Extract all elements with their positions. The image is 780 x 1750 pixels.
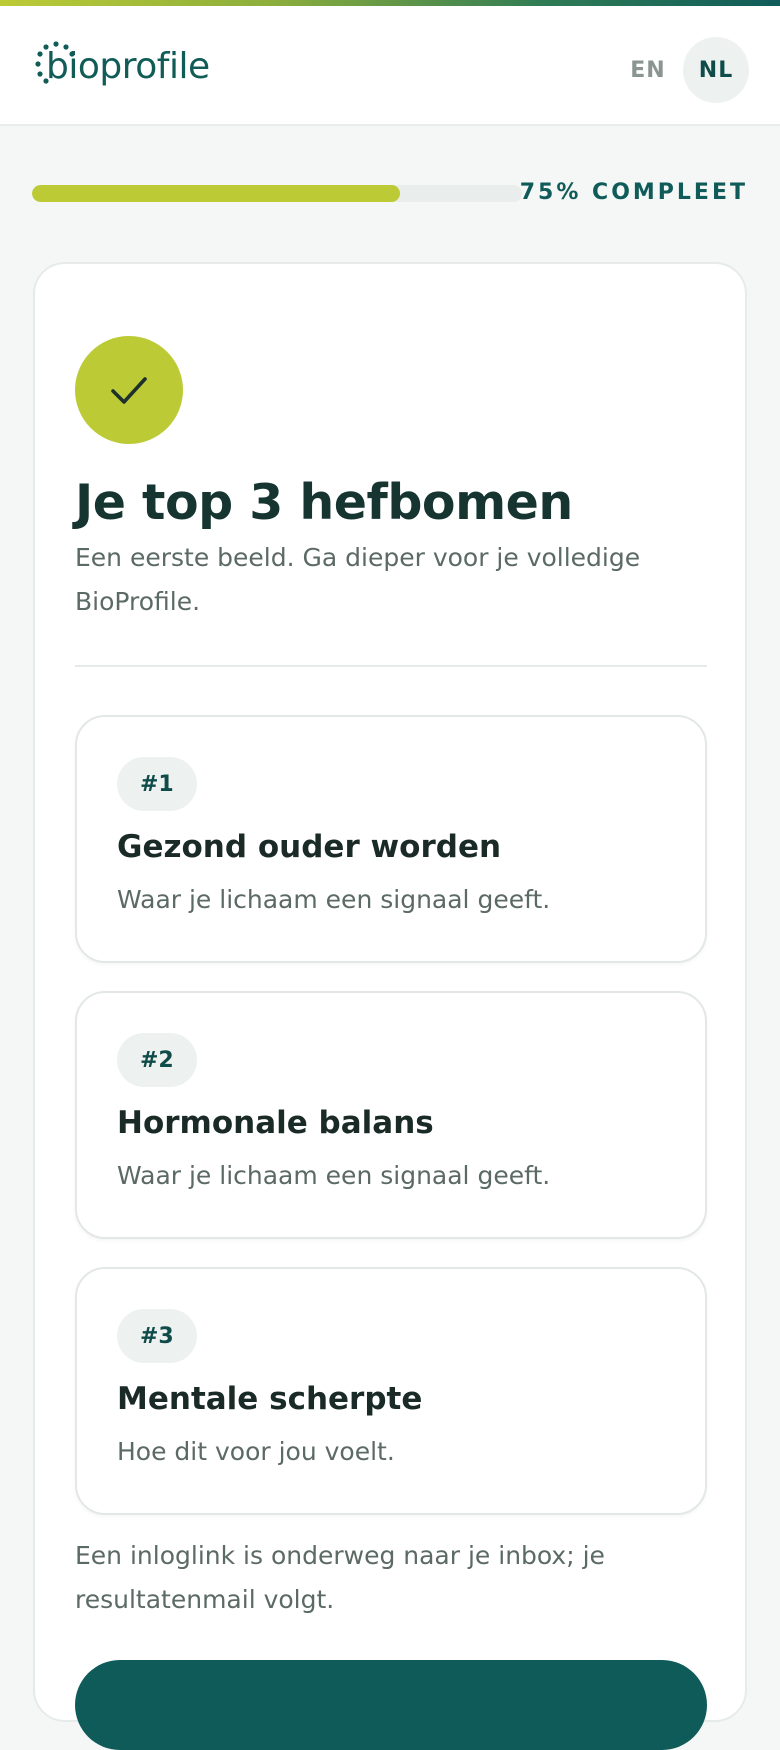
success-badge: [75, 336, 183, 444]
results-card: Je top 3 hefbomen Een eerste beeld. Ga d…: [33, 262, 747, 1750]
divider: [75, 665, 707, 667]
progress-bar: [32, 185, 522, 202]
lever-description: Waar je lichaam een signaal geeft.: [117, 885, 551, 914]
lever-card-2: #2 Hormonale balans Waar je lichaam een …: [75, 991, 707, 1239]
bioprofile-logo[interactable]: bioprofile: [32, 36, 210, 96]
rank-badge: #3: [117, 1309, 197, 1363]
progress-bar-fill: [32, 185, 400, 202]
language-en-button[interactable]: EN: [620, 42, 676, 98]
page-title: Je top 3 hefbomen: [75, 474, 573, 531]
lever-title: Hormonale balans: [117, 1105, 434, 1141]
rank-badge: #1: [117, 757, 197, 811]
language-nl-button[interactable]: NL: [683, 37, 749, 103]
lever-card-1: #1 Gezond ouder worden Waar je lichaam e…: [75, 715, 707, 963]
logo-text: bioprofile: [46, 45, 210, 87]
check-icon: [111, 377, 147, 404]
progress-label: 75% COMPLEET: [519, 180, 748, 205]
page-subtitle: Een eerste beeld. Ga dieper voor je voll…: [75, 543, 641, 616]
lever-title: Gezond ouder worden: [117, 829, 502, 865]
login-link-note: Een inloglink is onderweg naar je inbox;…: [75, 1541, 605, 1614]
lever-card-3: #3 Mentale scherpte Hoe dit voor jou voe…: [75, 1267, 707, 1515]
lever-title: Mentale scherpte: [117, 1381, 423, 1417]
lever-description: Waar je lichaam een signaal geeft.: [117, 1161, 551, 1190]
rank-badge: #2: [117, 1033, 197, 1087]
app-header: bioprofile EN NL: [0, 6, 780, 126]
primary-cta-button[interactable]: [75, 1660, 707, 1750]
lever-description: Hoe dit voor jou voelt.: [117, 1437, 395, 1466]
